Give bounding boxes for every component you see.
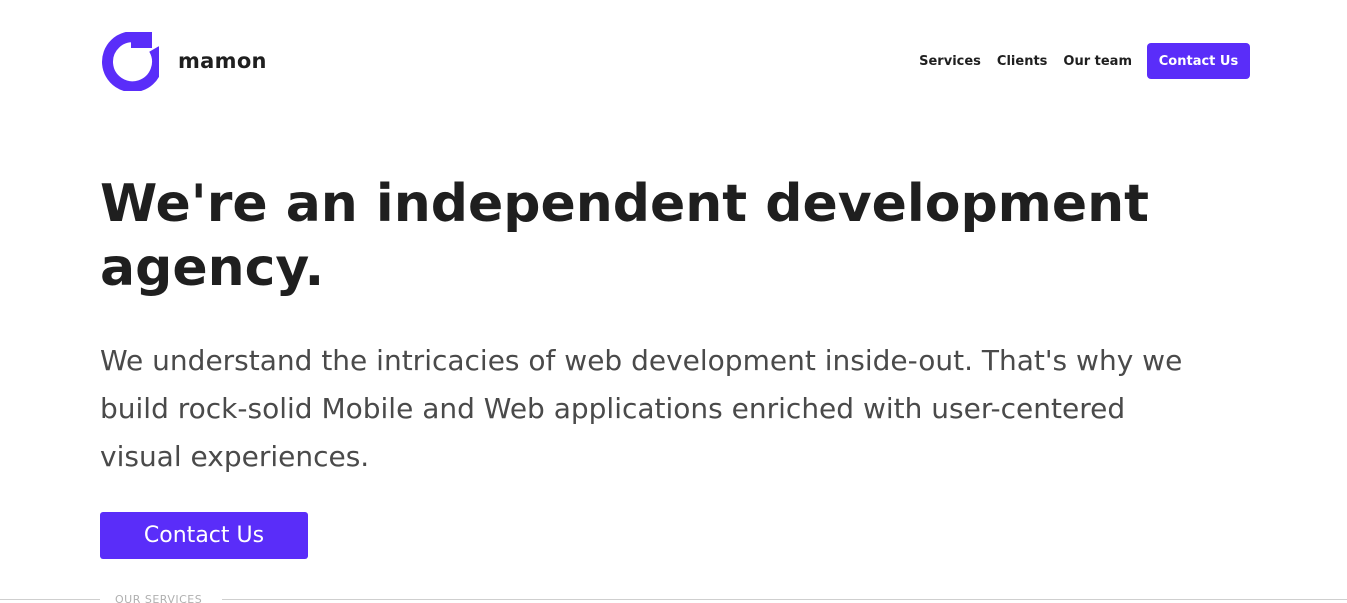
hero-title-line-1: We're an independent development — [100, 174, 1149, 234]
brand-name: mamon — [178, 49, 267, 73]
hero-description-line-1: We understand the intricacies of web dev… — [100, 344, 1183, 377]
nav-link-services[interactable]: Services — [919, 54, 981, 69]
brand-home-link[interactable]: mamon — [100, 31, 267, 91]
nav-link-clients[interactable]: Clients — [997, 54, 1047, 69]
hero-title-line-2: agency. — [100, 238, 325, 298]
hero-contact-button[interactable]: Contact Us — [100, 512, 308, 559]
header-contact-button[interactable]: Contact Us — [1147, 43, 1250, 79]
section-label-our-services: OUR SERVICES — [115, 593, 203, 603]
mamon-logo-icon — [102, 31, 159, 91]
site-header: mamon Services Clients Our team Contact … — [100, 31, 1250, 91]
page: mamon Services Clients Our team Contact … — [0, 0, 1347, 603]
services-section-divider: OUR SERVICES — [0, 588, 1347, 603]
hero-description-line-3: visual experiences. — [100, 440, 370, 473]
hero-title: We're an independent development agency. — [100, 172, 1200, 300]
nav-link-our-team[interactable]: Our team — [1063, 54, 1132, 69]
divider-line-left — [0, 599, 100, 600]
hero-description-line-2: build rock-solid Mobile and Web applicat… — [100, 392, 1126, 425]
divider-line-right — [222, 599, 1347, 600]
hero-description: We understand the intricacies of web dev… — [100, 337, 1240, 481]
main-nav: Services Clients Our team Contact Us — [919, 43, 1250, 79]
